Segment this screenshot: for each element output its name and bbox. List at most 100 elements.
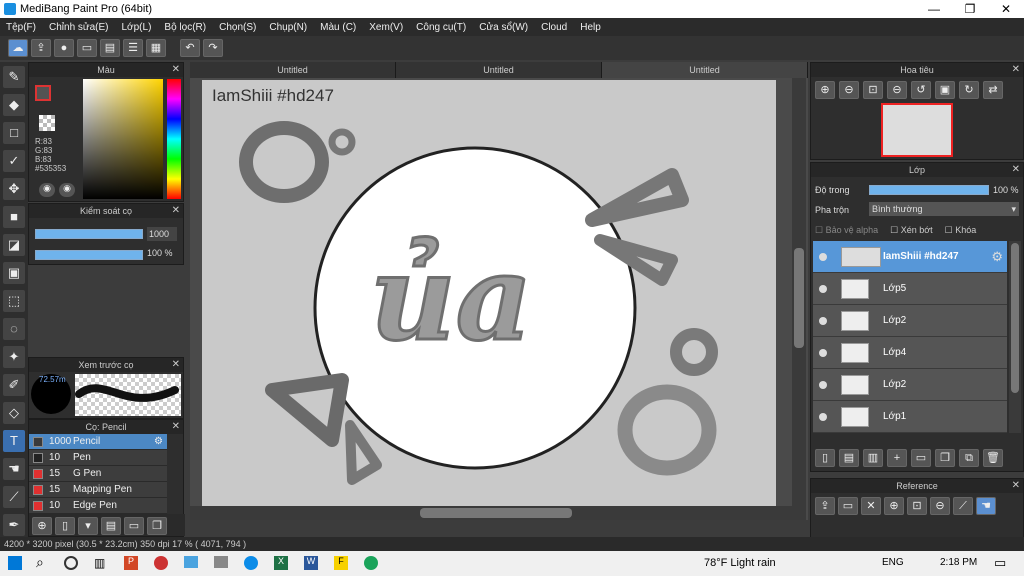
windows-start-icon[interactable] <box>8 556 22 570</box>
lock-checkbox[interactable]: ☐ Khóa <box>945 225 977 236</box>
gear-icon[interactable]: ⚙ <box>991 249 1003 265</box>
visibility-eye-icon[interactable] <box>819 317 827 325</box>
tab-untitled-2[interactable]: Untitled <box>396 62 602 78</box>
drawing-canvas[interactable]: IamShiii #hd247 ủa <box>202 80 776 516</box>
zoom-out-icon[interactable]: ⊖ <box>930 497 950 515</box>
document-icon[interactable]: ▤ <box>100 39 120 57</box>
close-button[interactable]: ✕ <box>988 0 1024 18</box>
app-icon[interactable] <box>154 556 168 570</box>
brush-opacity-slider[interactable] <box>35 250 143 260</box>
blend-mode-select[interactable]: Bình thường ▾ <box>869 202 1019 216</box>
vertical-scrollbar[interactable] <box>792 78 806 520</box>
menu-tools[interactable]: Công cụ(T) <box>416 22 466 33</box>
folder-icon[interactable]: ▭ <box>911 449 931 467</box>
duplicate-icon[interactable]: ❐ <box>147 517 167 535</box>
brush-size-slider[interactable] <box>35 229 143 239</box>
grid-icon[interactable]: ▦ <box>146 39 166 57</box>
vertical-scroll-thumb[interactable] <box>794 248 804 348</box>
new-layer-icon[interactable]: ▯ <box>815 449 835 467</box>
add-brush-icon[interactable]: ⊕ <box>32 517 52 535</box>
transparent-swatch[interactable] <box>39 115 55 131</box>
zoom-out-2-icon[interactable]: ⊖ <box>887 81 907 99</box>
close-icon[interactable]: ✕ <box>1012 479 1020 493</box>
palette-settings-icon[interactable]: ◉ <box>59 183 75 197</box>
menu-select[interactable]: Chọn(S) <box>219 22 256 33</box>
zoom-in-icon[interactable]: ⊕ <box>815 81 835 99</box>
canvas-area[interactable]: IamShiii #hd247 ủa <box>190 78 808 520</box>
maximize-button[interactable]: ❐ <box>952 0 988 18</box>
menu-cloud[interactable]: Cloud <box>541 22 567 33</box>
upload-icon[interactable]: ⇪ <box>31 39 51 57</box>
protect-alpha-checkbox[interactable]: ☐ Bảo vệ alpha <box>815 225 878 236</box>
fit-icon[interactable]: ⊡ <box>907 497 927 515</box>
text-tool-icon[interactable]: T <box>3 430 25 452</box>
folder-icon[interactable]: ▭ <box>124 517 144 535</box>
stroke-tool-icon[interactable]: ✓ <box>3 150 25 172</box>
menu-layer[interactable]: Lớp(L) <box>122 22 152 33</box>
new-8bit-layer-icon[interactable]: ▥ <box>863 449 883 467</box>
language-indicator[interactable]: ENG <box>882 557 904 568</box>
list-icon[interactable]: ☰ <box>123 39 143 57</box>
yellow-app-icon[interactable]: F <box>334 556 348 570</box>
foreground-color-swatch[interactable] <box>35 85 51 101</box>
search-icon[interactable]: ⌕ <box>36 554 44 571</box>
menu-help[interactable]: Help <box>580 22 601 33</box>
brush-tool-icon[interactable]: ✎ <box>3 66 25 88</box>
clock[interactable]: 2:18 PM <box>940 557 977 568</box>
gear-icon[interactable]: ⚙ <box>154 436 163 447</box>
eyedropper-icon[interactable]: ⟋ <box>953 497 973 515</box>
notifications-icon[interactable]: ▭ <box>994 555 1006 571</box>
brush-item[interactable]: 15 G Pen <box>29 466 167 482</box>
edge-icon[interactable] <box>244 556 258 570</box>
zoom-in-icon[interactable]: ⊕ <box>884 497 904 515</box>
move-tool-icon[interactable]: ✥ <box>3 178 25 200</box>
fit-screen-icon[interactable]: ▣ <box>935 81 955 99</box>
new-halftone-layer-icon[interactable]: ▤ <box>839 449 859 467</box>
horizontal-scroll-thumb[interactable] <box>420 508 572 518</box>
shape-tool-icon[interactable]: □ <box>3 122 25 144</box>
computer-icon[interactable] <box>184 556 198 568</box>
menu-capture[interactable]: Chụp(N) <box>269 22 307 33</box>
close-reference-icon[interactable]: ✕ <box>861 497 881 515</box>
hand-icon[interactable]: ☚ <box>976 497 996 515</box>
minimize-button[interactable]: — <box>916 0 952 18</box>
visibility-eye-icon[interactable] <box>819 253 827 261</box>
navigator-thumbnail[interactable] <box>881 103 953 157</box>
close-icon[interactable]: ✕ <box>1012 63 1020 77</box>
zoom-out-icon[interactable]: ⊖ <box>839 81 859 99</box>
brush-size-value[interactable]: 1000 <box>147 227 177 241</box>
tab-untitled-3[interactable]: Untitled <box>602 62 808 78</box>
fill-rect-tool-icon[interactable]: ■ <box>3 206 25 228</box>
close-icon[interactable]: ✕ <box>172 358 180 372</box>
visibility-eye-icon[interactable] <box>819 413 827 421</box>
duplicate-layer-icon[interactable]: ❐ <box>935 449 955 467</box>
delete-layer-icon[interactable]: 🗑 <box>983 449 1003 467</box>
cortana-icon[interactable] <box>64 556 78 570</box>
word-icon[interactable]: W <box>304 556 318 570</box>
select-eraser-tool-icon[interactable]: ◇ <box>3 402 25 424</box>
excel-icon[interactable]: X <box>274 556 288 570</box>
layer-row[interactable]: Lớp4 <box>813 337 1007 369</box>
gradient-tool-icon[interactable]: ▣ <box>3 262 25 284</box>
redo-icon[interactable]: ↷ <box>203 39 223 57</box>
brush-item[interactable]: 1000 Pencil ⚙ <box>29 434 167 450</box>
pen-tool-icon[interactable]: ✒ <box>3 514 25 536</box>
brush-item[interactable]: 15 Mapping Pen <box>29 482 167 498</box>
menu-color[interactable]: Màu (C) <box>320 22 356 33</box>
layer-row[interactable]: Lớp2 <box>813 369 1007 401</box>
lasso-tool-icon[interactable]: ◌ <box>3 318 25 340</box>
layer-row[interactable]: Lớp5 <box>813 273 1007 305</box>
hue-slider[interactable] <box>167 79 181 199</box>
bucket-tool-icon[interactable]: ◪ <box>3 234 25 256</box>
task-view-icon[interactable]: ▥ <box>94 556 105 570</box>
powerpoint-icon[interactable]: P <box>124 556 138 570</box>
chat-icon[interactable]: ▭ <box>77 39 97 57</box>
fit-icon[interactable]: ⊡ <box>863 81 883 99</box>
brush-menu-icon[interactable]: ▾ <box>78 517 98 535</box>
copy-brush-icon[interactable]: ▤ <box>101 517 121 535</box>
clip-checkbox[interactable]: ☐ Xén bớt <box>890 225 933 236</box>
menu-filter[interactable]: Bộ lọc(R) <box>164 22 206 33</box>
tab-untitled-1[interactable]: Untitled <box>190 62 396 78</box>
rotate-right-icon[interactable]: ↻ <box>959 81 979 99</box>
close-icon[interactable]: ✕ <box>172 63 180 77</box>
